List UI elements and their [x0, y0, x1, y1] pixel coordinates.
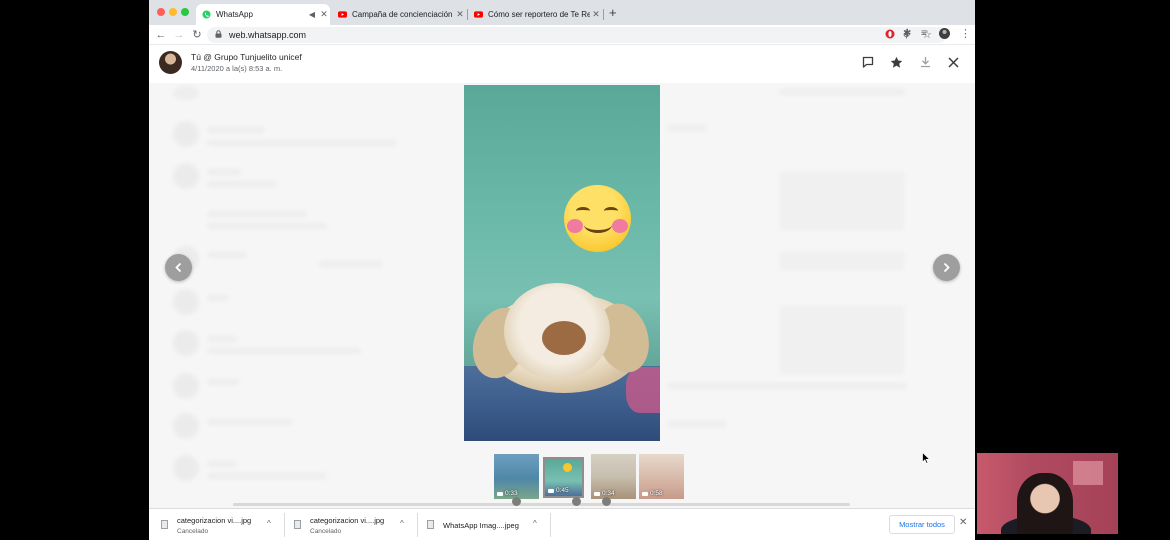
smiling-emoji-sticker	[564, 185, 631, 252]
viewer-header: Tú @ Grupo Tunjuelito unicef 4/11/2020 a…	[149, 45, 975, 83]
file-icon	[294, 520, 301, 529]
media-image[interactable]	[464, 85, 660, 441]
tab-title: WhatsApp	[216, 10, 253, 19]
tab-youtube-campana[interactable]: Campaña de concienciación p ✕	[332, 4, 466, 25]
thumbnail-duration: 0:45	[556, 487, 569, 494]
reload-icon[interactable]: ↻	[189, 27, 205, 43]
thumbnail-duration: 0:34	[602, 490, 615, 497]
media-thumbnail-strip: 0:33 0:45 0:34 0:58	[492, 454, 687, 501]
close-shelf-icon[interactable]: ✕	[959, 517, 967, 528]
tab-strip: WhatsApp ◀ ✕ Campaña de concienciación p…	[149, 0, 975, 25]
address-bar[interactable]: web.whatsapp.com ☆	[207, 27, 947, 43]
close-viewer-icon[interactable]	[946, 55, 960, 69]
download-item[interactable]: categorizacion vi....jpg Cancelado ^	[282, 509, 416, 540]
next-media-button[interactable]	[933, 254, 960, 281]
scroll-dot[interactable]	[572, 497, 581, 506]
thumbnail[interactable]: 0:33	[494, 454, 539, 499]
sender-name: Tú @ Grupo Tunjuelito unicef	[191, 52, 302, 62]
browser-menu-icon[interactable]: ⋮	[960, 27, 971, 40]
emoji-thumb-mark	[563, 463, 572, 472]
close-window-button[interactable]	[157, 8, 165, 16]
webcam-person	[1017, 473, 1073, 534]
download-separator	[550, 513, 551, 537]
lock-icon	[215, 30, 222, 40]
chevron-up-icon[interactable]: ^	[267, 519, 271, 528]
webcam-background-shelf	[1073, 461, 1103, 485]
audio-playing-icon: ◀	[308, 10, 316, 19]
pink-cloth-shape	[626, 367, 660, 413]
new-tab-button[interactable]: +	[609, 6, 617, 19]
thumbnail[interactable]: 0:58	[639, 454, 684, 499]
minimize-window-button[interactable]	[169, 8, 177, 16]
message-date: 4/11/2020 a la(s) 8:53 a. m.	[191, 64, 283, 73]
video-camera-icon	[548, 488, 554, 493]
profile-avatar-icon[interactable]	[939, 28, 950, 41]
browser-window: WhatsApp ◀ ✕ Campaña de concienciación p…	[149, 0, 975, 540]
file-icon	[161, 520, 168, 529]
extensions-puzzle-icon[interactable]: ✱	[903, 28, 911, 39]
download-item[interactable]: WhatsApp Imag....jpeg ^	[415, 509, 549, 540]
downloads-shelf: categorizacion vi....jpg Cancelado ^ cat…	[149, 508, 975, 540]
download-item[interactable]: categorizacion vi....jpg Cancelado ^	[149, 509, 283, 540]
download-filename: WhatsApp Imag....jpeg	[443, 521, 519, 530]
forward-icon[interactable]: →	[171, 27, 187, 43]
download-filename: categorizacion vi....jpg	[177, 516, 252, 525]
url-text: web.whatsapp.com	[229, 30, 307, 40]
chevron-up-icon[interactable]: ^	[533, 519, 537, 528]
show-all-downloads-button[interactable]: Mostrar todos	[889, 515, 955, 534]
tab-close-icon[interactable]: ✕	[590, 9, 602, 20]
download-status: Cancelado	[177, 528, 209, 535]
tab-separator	[603, 9, 604, 20]
browser-toolbar: ← → ↻ web.whatsapp.com ☆ ✱ ≡ ⋮	[149, 25, 975, 45]
previous-media-button[interactable]	[165, 254, 192, 281]
tab-close-icon[interactable]: ✕	[318, 9, 330, 20]
scroll-dot[interactable]	[602, 497, 611, 506]
maximize-window-button[interactable]	[181, 8, 189, 16]
download-filename: categorizacion vi....jpg	[310, 516, 385, 525]
thumbnail-scrollbar[interactable]	[233, 503, 850, 506]
media-playlist-icon[interactable]: ≡	[921, 28, 927, 39]
scroll-dot[interactable]	[512, 497, 521, 506]
thumbnail[interactable]: 0:34	[591, 454, 636, 499]
video-camera-icon	[497, 491, 503, 496]
opera-icon[interactable]	[885, 29, 895, 41]
mouse-cursor-icon	[922, 452, 930, 464]
tab-whatsapp[interactable]: WhatsApp ◀ ✕	[196, 4, 330, 25]
star-message-icon[interactable]	[889, 55, 903, 69]
video-camera-icon	[642, 491, 648, 496]
back-icon[interactable]: ←	[153, 27, 169, 43]
download-status: Cancelado	[310, 528, 342, 535]
chevron-up-icon[interactable]: ^	[400, 519, 404, 528]
whatsapp-icon	[202, 10, 211, 19]
thumbnail-selected[interactable]: 0:45	[543, 457, 584, 498]
youtube-icon	[474, 10, 483, 19]
thumbnail-duration: 0:58	[650, 490, 663, 497]
webcam-overlay	[977, 453, 1118, 534]
go-to-message-icon[interactable]	[861, 55, 875, 69]
tab-title: Cómo ser reportero de Te Rec	[488, 10, 590, 19]
tab-title: Campaña de concienciación p	[352, 10, 454, 19]
plush-toy-snout	[542, 321, 586, 355]
tab-youtube-reportero[interactable]: Cómo ser reportero de Te Rec ✕	[468, 4, 602, 25]
media-viewer: Tú @ Grupo Tunjuelito unicef 4/11/2020 a…	[149, 45, 975, 508]
screen: WhatsApp ◀ ✕ Campaña de concienciación p…	[0, 0, 1170, 540]
sender-avatar	[159, 51, 182, 74]
file-icon	[427, 520, 434, 529]
download-icon[interactable]	[918, 55, 932, 69]
video-camera-icon	[594, 491, 600, 496]
thumbnail-duration: 0:33	[505, 490, 518, 497]
youtube-icon	[338, 10, 347, 19]
tab-close-icon[interactable]: ✕	[454, 9, 466, 20]
